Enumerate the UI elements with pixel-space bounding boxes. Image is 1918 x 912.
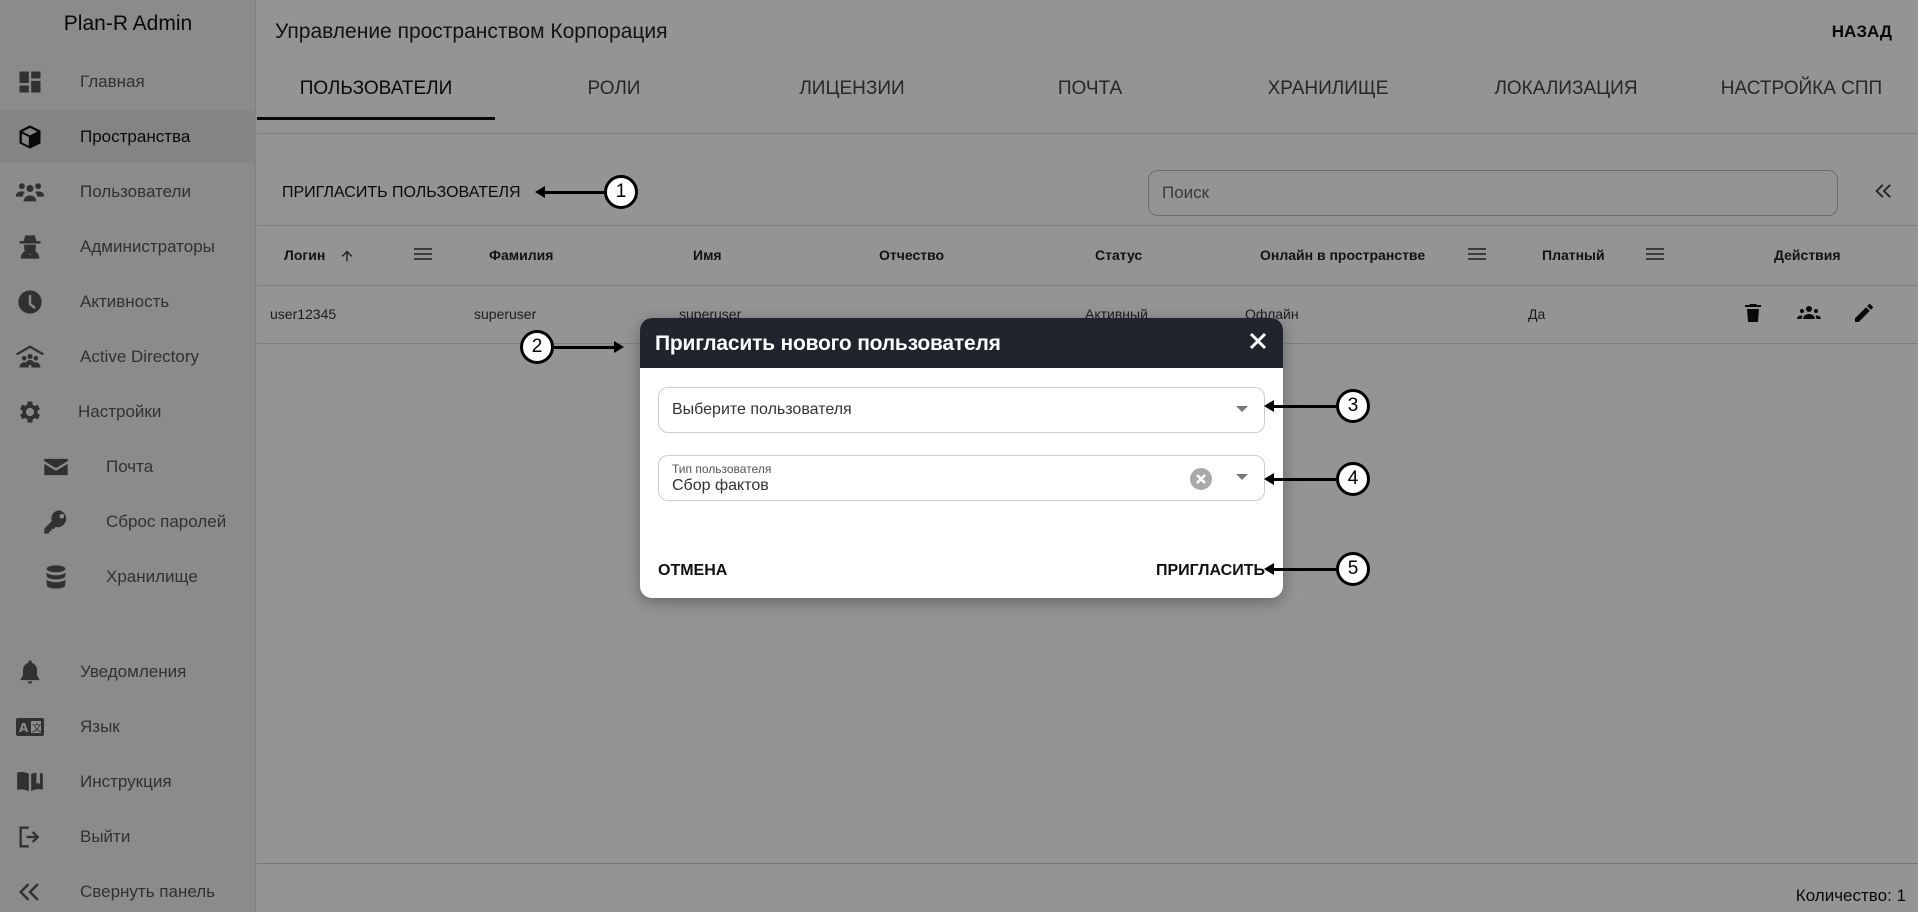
callout-arrow <box>552 341 624 353</box>
callout-badge: 4 <box>1336 462 1370 496</box>
user-type-value: Сбор фактов <box>672 477 769 494</box>
invite-button[interactable]: ПРИГЛАСИТЬ <box>1156 562 1265 580</box>
callout-arrow <box>535 186 608 198</box>
callout-badge: 3 <box>1336 389 1370 423</box>
dialog-title: Пригласить нового пользователя <box>655 332 1001 355</box>
clear-icon[interactable] <box>1190 468 1212 490</box>
user-type-label: Тип пользователя <box>672 462 772 476</box>
close-icon <box>1248 331 1268 356</box>
close-dialog-button[interactable] <box>1245 330 1271 356</box>
dialog-header: Пригласить нового пользователя <box>640 318 1283 368</box>
invite-user-dialog: Пригласить нового пользователя Выберите … <box>640 318 1283 598</box>
callout-badge: 1 <box>604 175 638 209</box>
user-select[interactable]: Выберите пользователя <box>658 387 1265 433</box>
user-select-placeholder: Выберите пользователя <box>672 401 852 418</box>
callout-badge: 2 <box>520 330 554 364</box>
cancel-button[interactable]: ОТМЕНА <box>658 562 727 580</box>
user-type-select[interactable]: Тип пользователя Сбор фактов <box>658 455 1265 501</box>
callout-arrow <box>1264 400 1336 412</box>
chevron-down-icon[interactable] <box>1236 406 1248 412</box>
chevron-down-icon[interactable] <box>1236 474 1248 480</box>
callout-badge: 5 <box>1336 552 1370 586</box>
callout-arrow <box>1264 563 1336 575</box>
callout-arrow <box>1264 473 1336 485</box>
